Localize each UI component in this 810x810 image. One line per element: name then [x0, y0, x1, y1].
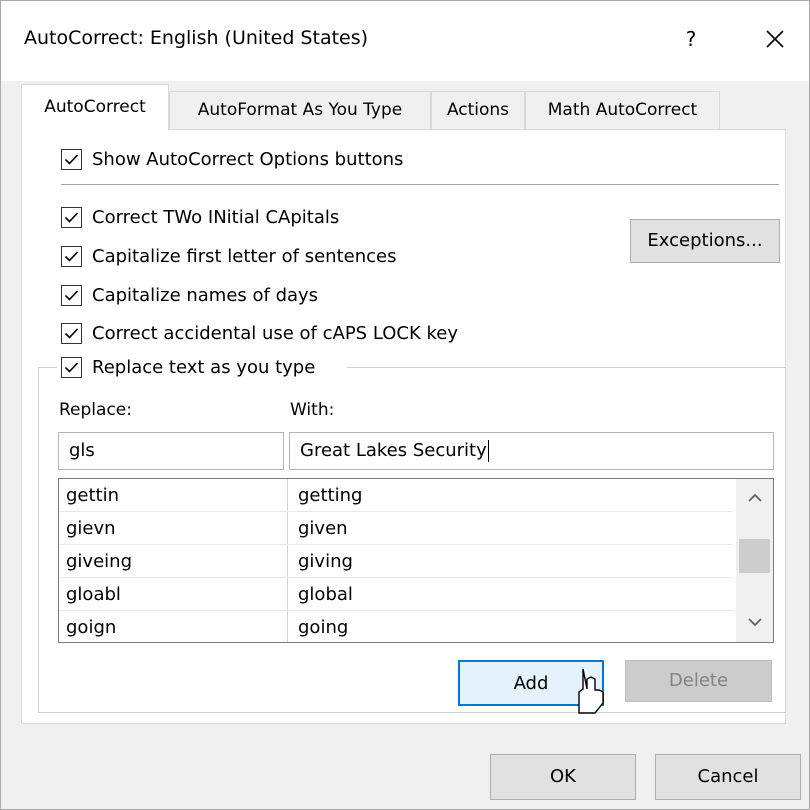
vertical-scrollbar[interactable] — [736, 479, 773, 642]
replace-input[interactable]: gls — [58, 432, 284, 470]
title-bar: AutoCorrect: English (United States) ? — [1, 1, 809, 81]
checkbox-label: Show AutoCorrect Options buttons — [92, 149, 404, 170]
checkmark-icon — [64, 251, 79, 262]
list-item[interactable]: goign going — [59, 611, 733, 642]
entry-replace: gettin — [66, 485, 120, 506]
checkbox-label: Capitalize first letter of sentences — [92, 246, 397, 267]
entry-with: given — [298, 518, 348, 539]
entry-replace: goign — [66, 617, 117, 638]
with-input[interactable]: Great Lakes Security — [289, 432, 774, 470]
with-label: With: — [290, 400, 335, 420]
entry-replace: gievn — [66, 518, 116, 539]
checkmark-icon — [64, 328, 79, 339]
ok-button[interactable]: OK — [490, 754, 636, 800]
list-item[interactable]: gettin getting — [59, 479, 733, 512]
list-item[interactable]: giveing giving — [59, 545, 733, 578]
list-item[interactable]: gievn given — [59, 512, 733, 545]
checkmark-icon — [64, 212, 79, 223]
checkbox-box[interactable] — [61, 357, 82, 378]
autocorrect-dialog: AutoCorrect: English (United States) ? A… — [0, 0, 810, 810]
checkbox-label: Capitalize names of days — [92, 285, 319, 306]
checkbox-label: Replace text as you type — [92, 357, 316, 378]
tab-autocorrect[interactable]: AutoCorrect — [21, 84, 169, 131]
tab-actions[interactable]: Actions — [431, 91, 525, 129]
checkbox-label: Correct accidental use of cAPS LOCK key — [92, 323, 458, 344]
groupbox-border — [38, 712, 786, 713]
checkbox-label: Correct TWo INitial CApitals — [92, 207, 340, 228]
groupbox-border — [38, 367, 57, 368]
scrollbar-thumb[interactable] — [739, 539, 770, 573]
help-button[interactable]: ? — [673, 19, 709, 59]
replace-input-value: gls — [69, 440, 95, 461]
entry-replace: gloabl — [66, 584, 121, 605]
entry-with: global — [298, 584, 353, 605]
entry-with: getting — [298, 485, 363, 506]
checkbox-box[interactable] — [61, 285, 82, 306]
entry-with: giving — [298, 551, 353, 572]
checkbox-box[interactable] — [61, 149, 82, 170]
tab-math-autocorrect[interactable]: Math AutoCorrect — [525, 91, 720, 129]
replace-text-as-you-type-checkbox[interactable]: Replace text as you type — [61, 355, 347, 381]
mouse-pointer-icon — [578, 668, 604, 714]
close-icon — [766, 30, 784, 48]
groupbox-border — [345, 367, 786, 368]
text-caret — [487, 440, 489, 462]
show-autocorrect-options-checkbox[interactable]: Show AutoCorrect Options buttons — [61, 147, 481, 173]
close-button[interactable] — [755, 19, 795, 59]
checkmark-icon — [64, 362, 79, 373]
chevron-up-icon[interactable] — [747, 492, 763, 504]
tab-autoformat-as-you-type[interactable]: AutoFormat As You Type — [169, 91, 431, 129]
entry-with: going — [298, 617, 349, 638]
groupbox-border — [38, 367, 39, 712]
exceptions-button[interactable]: Exceptions... — [630, 219, 780, 263]
checkmark-icon — [64, 290, 79, 301]
groupbox-border — [785, 367, 786, 712]
checkmark-icon — [64, 154, 79, 165]
checkbox-box[interactable] — [61, 207, 82, 228]
cancel-button[interactable]: Cancel — [655, 754, 801, 800]
chevron-down-icon[interactable] — [747, 616, 763, 628]
window-title: AutoCorrect: English (United States) — [24, 27, 369, 49]
replace-label: Replace: — [59, 400, 132, 420]
correct-two-initial-capitals-checkbox[interactable]: Correct TWo INitial CApitals — [61, 205, 401, 231]
with-input-value: Great Lakes Security — [300, 440, 487, 461]
autocorrect-entries-list[interactable]: gettin getting gievn given giveing givin… — [58, 478, 774, 643]
checkbox-box[interactable] — [61, 323, 82, 344]
separator — [61, 184, 779, 185]
delete-button[interactable]: Delete — [625, 660, 772, 702]
capitalize-names-of-days-checkbox[interactable]: Capitalize names of days — [61, 283, 381, 309]
entry-replace: giveing — [66, 551, 132, 572]
list-item[interactable]: gloabl global — [59, 578, 733, 611]
capitalize-first-letter-checkbox[interactable]: Capitalize first letter of sentences — [61, 244, 461, 270]
checkbox-box[interactable] — [61, 246, 82, 267]
correct-caps-lock-checkbox[interactable]: Correct accidental use of cAPS LOCK key — [61, 321, 521, 347]
